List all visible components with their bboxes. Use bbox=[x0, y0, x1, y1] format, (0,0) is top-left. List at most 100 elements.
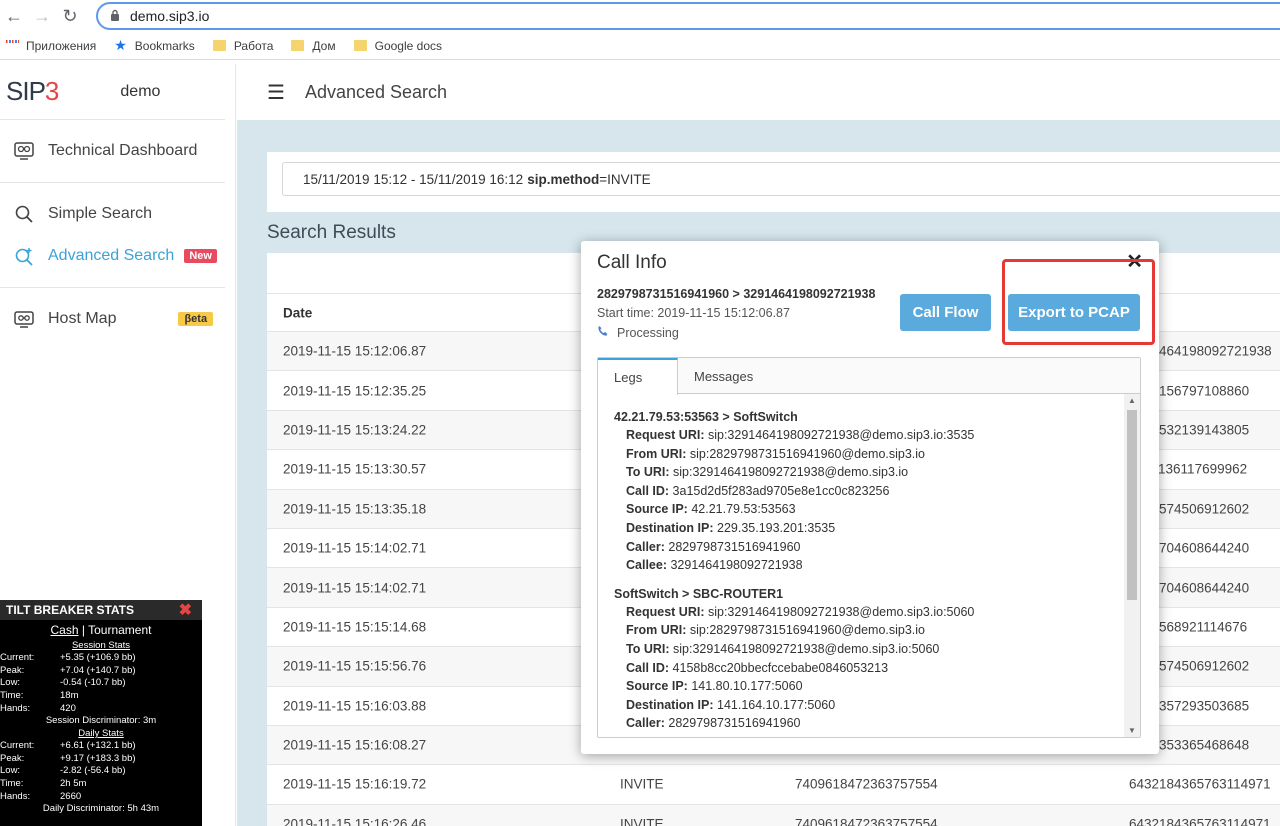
call-status: Processing bbox=[597, 325, 679, 340]
stat-row: Low: -0.54 (-10.7 bb) bbox=[0, 677, 202, 690]
sidebar-item-label: Simple Search bbox=[48, 205, 153, 222]
daily-stats-title: Daily Stats bbox=[78, 727, 124, 739]
menu-icon[interactable]: ☰ bbox=[267, 80, 285, 105]
leg-field-label: To URI: bbox=[626, 465, 670, 480]
leg-field: Caller: 2829798731516941960 bbox=[614, 538, 1110, 557]
nav-section-dashboard: Technical Dashboard bbox=[0, 120, 225, 183]
tab-separator: | bbox=[81, 623, 85, 637]
tilt-breaker-widget: TILT BREAKER STATS ✖ Cash | Tournament S… bbox=[0, 600, 202, 826]
bookmark-dom[interactable]: Дом bbox=[291, 39, 336, 53]
leg-field-label: Call ID: bbox=[626, 483, 670, 498]
export-highlight-box bbox=[1002, 259, 1155, 345]
stat-row: Hands: 420 bbox=[0, 702, 202, 715]
leg-field: Source IP: 42.21.79.53:53563 bbox=[614, 500, 1110, 519]
scroll-up-arrow-icon[interactable]: ▲ bbox=[1128, 396, 1136, 405]
sidebar-item-technical-dashboard[interactable]: Technical Dashboard bbox=[0, 130, 225, 172]
bookmark-label: Приложения bbox=[26, 38, 97, 53]
tab-messages[interactable]: Messages bbox=[678, 358, 769, 394]
start-time: Start time: 2019-11-15 15:12:06.87 bbox=[597, 306, 790, 320]
leg-field-value: sip:2829798731516941960@demo.sip3.io bbox=[689, 623, 926, 638]
tenant-name: demo bbox=[120, 82, 161, 100]
reload-icon[interactable]: ↻ bbox=[56, 2, 84, 30]
leg-field: Destination IP: 141.164.10.177:5060 bbox=[614, 696, 1110, 715]
scroll-down-arrow-icon[interactable]: ▼ bbox=[1128, 726, 1136, 735]
logo-text: SIP bbox=[6, 76, 46, 106]
stat-row: Low: -2.82 (-56.4 bb) bbox=[0, 765, 202, 778]
search-icon bbox=[12, 202, 36, 226]
top-bar: ☰ Advanced Search bbox=[237, 64, 1280, 120]
date-cell: 2019-11-15 15:12:35.25 bbox=[283, 383, 427, 399]
bookmark-google-docs[interactable]: Google docs bbox=[353, 39, 442, 53]
tilt-tabs: Cash | Tournament bbox=[0, 623, 202, 637]
stat-key: Low: bbox=[0, 677, 21, 689]
bookmarks-bar: Приложения ★ Bookmarks Работа Дом Google… bbox=[0, 32, 1280, 60]
date-cell: 2019-11-15 15:15:14.68 bbox=[283, 619, 427, 635]
address-bar[interactable]: demo.sip3.io bbox=[96, 2, 1280, 30]
sip3-logo[interactable]: SIP3 bbox=[6, 76, 59, 107]
tab-legs[interactable]: Legs bbox=[598, 358, 678, 395]
bookmark-label: Bookmarks bbox=[134, 38, 195, 53]
call-flow-button[interactable]: Call Flow bbox=[900, 294, 991, 331]
leg-field-value: sip:3291464198092721938@demo.sip3.io:353… bbox=[707, 428, 975, 442]
leg-field-label: Caller: bbox=[626, 539, 665, 554]
stat-value: 420 bbox=[60, 703, 76, 715]
logo-row: SIP3 demo bbox=[0, 64, 225, 120]
legs-tabs: Legs Messages 42.21.79.53:53563 > SoftSw… bbox=[597, 357, 1141, 738]
star-icon: ★ bbox=[114, 37, 127, 53]
date-cell: 2019-11-15 15:16:08.27 bbox=[283, 737, 427, 753]
leg-field-value: 3a15d2d5f283ad9705e8e1cc0c823256 bbox=[672, 483, 890, 498]
leg-field-value: 2829798731516941960 bbox=[668, 716, 801, 731]
close-icon[interactable]: ✖ bbox=[179, 600, 192, 620]
bookmark-bookmarks[interactable]: ★ Bookmarks bbox=[114, 37, 195, 54]
back-arrow-icon[interactable]: ← bbox=[0, 2, 28, 30]
stat-row: Current: +6.61 (+132.1 bb) bbox=[0, 739, 202, 752]
leg-field: Request URI: sip:3291464198092721938@dem… bbox=[614, 426, 1110, 445]
host-map-icon bbox=[12, 307, 36, 331]
date-cell: 2019-11-15 15:15:56.76 bbox=[283, 658, 427, 674]
table-row[interactable]: 2019-11-15 15:16:26.46 INVITE 740961847236… bbox=[267, 803, 1280, 826]
bookmark-apps[interactable]: Приложения bbox=[6, 39, 96, 53]
leg-field-value: 42.21.79.53:53563 bbox=[691, 502, 796, 517]
scrollbar[interactable]: ▲ ▼ bbox=[1124, 394, 1140, 737]
table-row[interactable]: 2019-11-15 15:16:19.72 INVITE 740961847236… bbox=[267, 764, 1280, 803]
status-text: Processing bbox=[617, 325, 679, 340]
stat-value: 2h 5m bbox=[60, 778, 87, 790]
sidebar-item-simple-search[interactable]: Simple Search bbox=[0, 193, 225, 235]
sidebar-item-advanced-search[interactable]: Advanced Search New bbox=[0, 235, 225, 277]
method-cell: INVITE bbox=[620, 776, 664, 792]
bookmark-rabota[interactable]: Работа bbox=[212, 38, 274, 53]
legs-panel: 42.21.79.53:53563 > SoftSwitch Request UR… bbox=[598, 394, 1126, 737]
leg-field-label: Destination IP: bbox=[626, 520, 714, 535]
tab-cash[interactable]: Cash bbox=[51, 623, 79, 637]
leg-field: From URI: sip:2829798731516941960@demo.s… bbox=[614, 445, 1110, 464]
date-cell: 2019-11-15 15:12:06.87 bbox=[283, 343, 427, 359]
stat-row: Time: 2h 5m bbox=[0, 777, 202, 790]
column-header-date[interactable]: Date bbox=[283, 305, 312, 320]
scrollbar-thumb[interactable] bbox=[1127, 410, 1137, 600]
stat-key: Current: bbox=[0, 651, 35, 663]
sidebar-item-label: Host Map bbox=[48, 310, 117, 327]
date-cell: 2019-11-15 15:13:35.18 bbox=[283, 501, 427, 517]
leg-field-label: Call ID: bbox=[626, 660, 670, 675]
search-range: 15/11/2019 15:12 - 15/11/2019 16:12 bbox=[303, 171, 524, 187]
forward-arrow-icon[interactable]: → bbox=[28, 2, 56, 30]
search-input[interactable]: 15/11/2019 15:12 - 15/11/2019 16:12 sip.… bbox=[282, 162, 1280, 196]
leg-field: Source IP: 141.80.10.177:5060 bbox=[614, 677, 1110, 696]
bookmark-label: Работа bbox=[233, 38, 274, 53]
caller-cell: 7409618472363757554 bbox=[795, 776, 938, 792]
sidebar-item-host-map[interactable]: Host Map βeta bbox=[0, 298, 225, 340]
leg-field-label: From URI: bbox=[626, 446, 687, 461]
modal-title: Call Info bbox=[597, 252, 667, 273]
stat-row: Hands: 2660 bbox=[0, 790, 202, 803]
date-cell: 2019-11-15 15:13:24.22 bbox=[283, 422, 427, 438]
advanced-search-icon bbox=[12, 244, 36, 268]
leg-field-value: 4158b8cc20bbecfccebabe0846053213 bbox=[672, 660, 889, 675]
tab-tournament[interactable]: Tournament bbox=[88, 623, 151, 637]
leg-field-label: Source IP: bbox=[626, 679, 688, 694]
leg-field-value: sip:3291464198092721938@demo.sip3.io:506… bbox=[707, 604, 975, 619]
leg-field: Request URI: sip:3291464198092721938@dem… bbox=[614, 603, 1110, 622]
stat-value: -2.82 (-56.4 bb) bbox=[60, 765, 126, 777]
leg-title: 42.21.79.53:53563 > SoftSwitch bbox=[614, 410, 798, 424]
leg-field: Destination IP: 229.35.193.201:3535 bbox=[614, 519, 1110, 538]
stat-key: Low: bbox=[0, 765, 21, 777]
